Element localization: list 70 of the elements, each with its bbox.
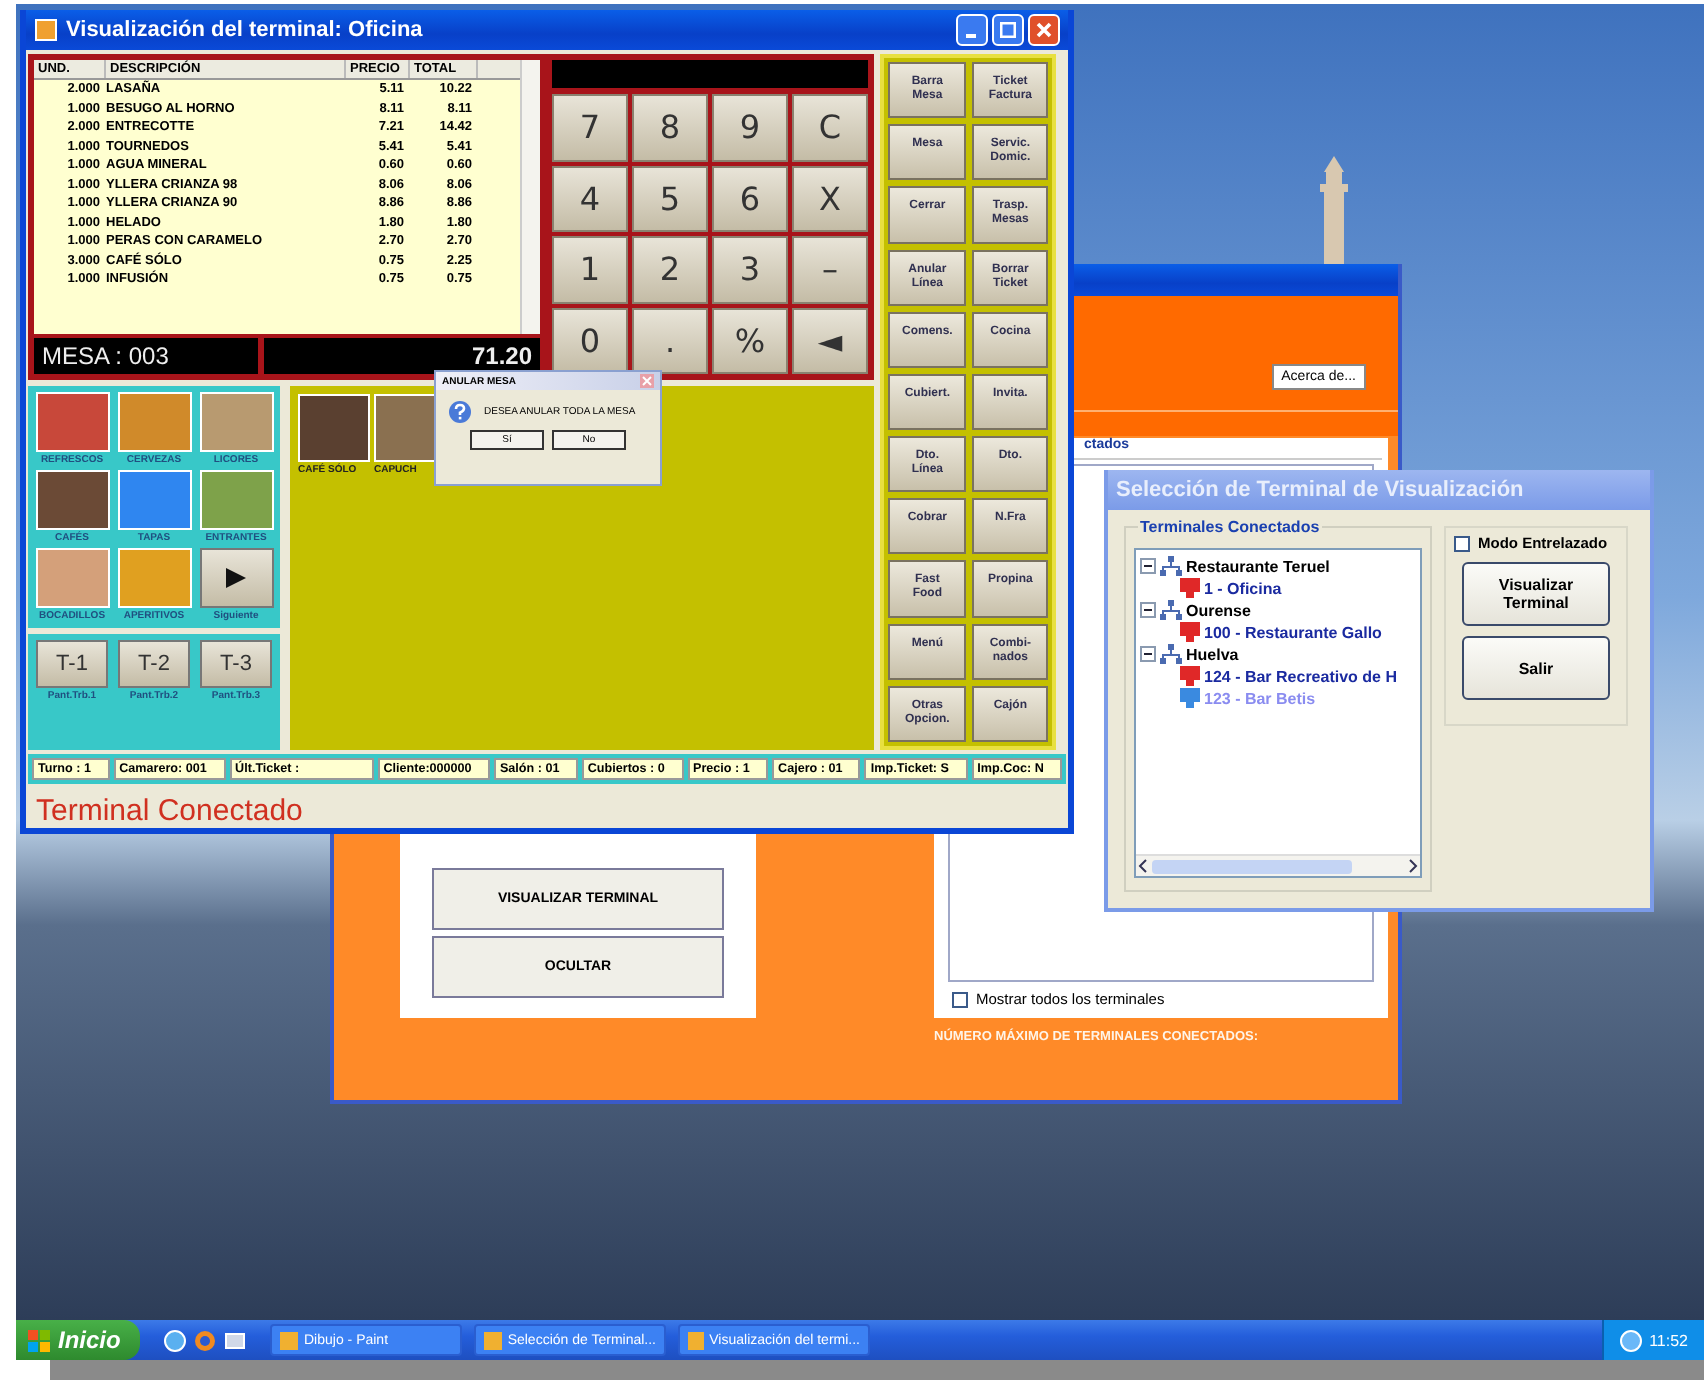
total-amount: 71.20: [264, 338, 540, 374]
terminal-icon: [1180, 666, 1200, 686]
keypad-key[interactable]: 0: [552, 307, 628, 374]
connection-status: Terminal Conectado: [34, 792, 305, 832]
scrollbar[interactable]: [520, 60, 540, 334]
collapse-icon[interactable]: [1140, 558, 1156, 574]
photo-placeholder: [199, 392, 273, 452]
keypad-key[interactable]: C: [792, 94, 868, 161]
window-icon: [484, 1331, 502, 1349]
terminal-button[interactable]: T-3: [200, 640, 272, 688]
tree-node[interactable]: 100 - Restaurante Gallo: [1140, 622, 1416, 642]
dialog-button[interactable]: Visualizar Terminal: [1462, 562, 1610, 626]
checkbox[interactable]: [1454, 535, 1470, 551]
terminal-icon: [1180, 622, 1200, 642]
tree-node[interactable]: Ourense: [1140, 600, 1416, 620]
close-button[interactable]: [1028, 14, 1060, 46]
table-number: MESA : 003: [34, 338, 258, 374]
collapse-icon[interactable]: [1140, 602, 1156, 618]
keypad-key[interactable]: .: [632, 307, 708, 374]
keypad-key[interactable]: 4: [552, 165, 628, 232]
photo-placeholder: [199, 470, 273, 530]
keypad-key[interactable]: %: [712, 307, 788, 374]
clock: 11:52: [1649, 1331, 1688, 1349]
window-title: Visualización del terminal: Oficina: [66, 18, 423, 42]
scrollbar[interactable]: [1136, 854, 1420, 876]
keypad-key[interactable]: 2: [632, 236, 708, 303]
keypad-key[interactable]: 5: [632, 165, 708, 232]
start-button[interactable]: Inicio: [16, 1320, 140, 1360]
maximize-button[interactable]: [992, 14, 1024, 46]
window-icon: [688, 1331, 704, 1349]
photo-placeholder: [35, 392, 109, 452]
keypad-key[interactable]: ◄: [792, 307, 868, 374]
dialog-button[interactable]: Salir: [1462, 636, 1610, 700]
collapse-icon[interactable]: [1140, 646, 1156, 662]
tree-node[interactable]: Restaurante Teruel: [1140, 556, 1416, 576]
app-icon: [34, 18, 58, 42]
photo-placeholder: [298, 394, 370, 462]
play-icon: [224, 568, 248, 588]
minimize-button[interactable]: [956, 14, 988, 46]
keypad-key[interactable]: 9: [712, 94, 788, 161]
photo-placeholder: [117, 548, 191, 608]
keypad-key[interactable]: 6: [712, 165, 788, 232]
tree-node[interactable]: Huelva: [1140, 644, 1416, 664]
keypad-key[interactable]: 7: [552, 94, 628, 161]
tree-node[interactable]: 124 - Bar Recreativo de H: [1140, 666, 1416, 686]
checkbox[interactable]: [952, 991, 968, 1007]
terminal-icon: [1180, 578, 1200, 598]
photo-placeholder: [117, 470, 191, 530]
maximize-icon: [1000, 22, 1016, 38]
photo-placeholder: [35, 470, 109, 530]
keypad-key[interactable]: –: [792, 236, 868, 303]
keypad-key[interactable]: X: [792, 165, 868, 232]
scroll-right-icon[interactable]: [1404, 858, 1420, 874]
desktop-icon[interactable]: [224, 1329, 246, 1351]
keypad-key[interactable]: 3: [712, 236, 788, 303]
scroll-left-icon[interactable]: [1136, 858, 1152, 874]
keypad-key[interactable]: 1: [552, 236, 628, 303]
terminal-button[interactable]: T-2: [118, 640, 190, 688]
windows-logo-icon: [28, 1329, 50, 1351]
window-title: Selección de Terminal de Visualización: [1116, 478, 1524, 502]
question-icon: [448, 400, 472, 424]
close-icon: [1036, 22, 1052, 38]
terminal-icon: [1180, 688, 1200, 708]
photo-placeholder: [35, 548, 109, 608]
terminal-button[interactable]: T-1: [36, 640, 108, 688]
window-icon: [280, 1331, 298, 1349]
tree-node[interactable]: 1 - Oficina: [1140, 578, 1416, 598]
keypad-key[interactable]: 8: [632, 94, 708, 161]
photo-placeholder: [117, 392, 191, 452]
group-title: Terminales Conectados: [1138, 518, 1322, 536]
